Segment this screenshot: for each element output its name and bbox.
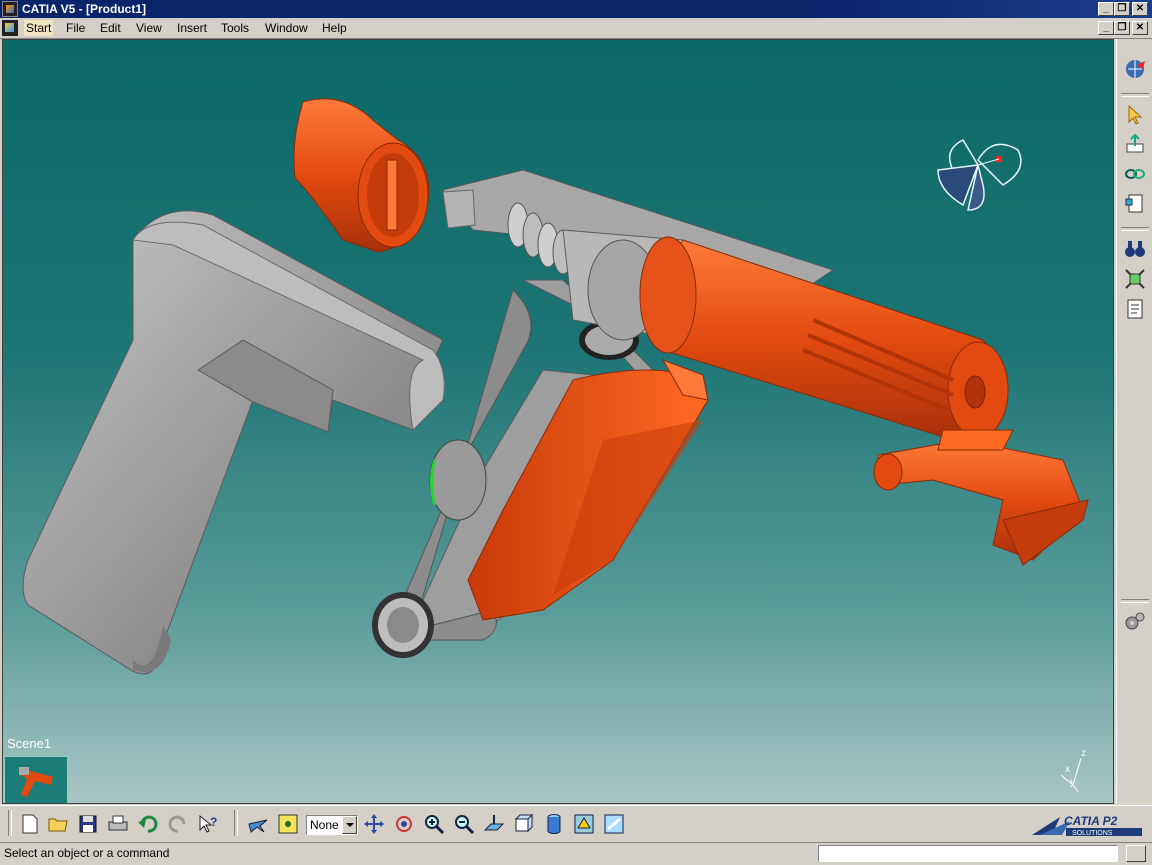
- fit-all-in-icon[interactable]: [276, 812, 300, 836]
- menu-view[interactable]: View: [134, 20, 164, 36]
- axis-z-label: z: [1081, 748, 1086, 759]
- menu-edit[interactable]: Edit: [98, 20, 123, 36]
- shading-cylinder-icon[interactable]: [542, 812, 566, 836]
- status-bar: Select an object or a command: [0, 842, 1152, 865]
- quick-view-icon[interactable]: [512, 812, 536, 836]
- minimize-button[interactable]: _: [1098, 2, 1114, 16]
- orange-knob-cap[interactable]: [293, 98, 430, 253]
- compass-icon[interactable]: [937, 139, 1022, 211]
- catia-p2-logo: CATIA P2 SOLUTIONS: [1032, 814, 1142, 837]
- doc-close-button[interactable]: ✕: [1132, 21, 1148, 35]
- zoom-in-icon[interactable]: [422, 812, 446, 836]
- orange-clip[interactable]: [873, 429, 1089, 566]
- restore-button[interactable]: ❐: [1114, 2, 1130, 16]
- chevron-down-icon[interactable]: [342, 816, 357, 834]
- render-mode-select[interactable]: None: [306, 815, 358, 835]
- whats-this-help-icon[interactable]: ?: [196, 812, 220, 836]
- pan-icon[interactable]: [362, 812, 386, 836]
- normal-view-icon[interactable]: [482, 812, 506, 836]
- scene-thumbnail[interactable]: [4, 756, 68, 803]
- axis-y-label: y: [1070, 777, 1075, 788]
- menu-tools[interactable]: Tools: [219, 20, 251, 36]
- fit-all-icon[interactable]: [1123, 267, 1147, 291]
- close-button[interactable]: ✕: [1132, 2, 1148, 16]
- fly-mode-icon[interactable]: [246, 812, 270, 836]
- chain-links-icon[interactable]: [1123, 162, 1147, 186]
- print-icon[interactable]: [106, 812, 130, 836]
- command-input[interactable]: [818, 845, 1118, 862]
- redo-icon: [168, 815, 186, 833]
- doc-restore-button[interactable]: ❐: [1114, 21, 1130, 35]
- window-title: CATIA V5 - [Product1]: [22, 2, 147, 16]
- menu-file[interactable]: File: [64, 20, 87, 36]
- catia-app-icon[interactable]: [2, 1, 18, 17]
- right-toolbar: [1116, 39, 1152, 804]
- swap-visible-space-icon[interactable]: [602, 812, 626, 836]
- svg-text:?: ?: [210, 815, 217, 829]
- select-arrow-icon[interactable]: [1123, 103, 1147, 127]
- toolbar-separator: [1121, 599, 1149, 603]
- toolbar-separator: [1121, 93, 1149, 97]
- compass-globe-icon[interactable]: [1123, 57, 1147, 81]
- scene-label: Scene1: [7, 736, 52, 751]
- gears-icon[interactable]: [1123, 609, 1147, 633]
- axis-triad-icon: z x y: [1060, 748, 1086, 793]
- toolbar-separator: [234, 810, 238, 836]
- open-folder-icon[interactable]: [46, 812, 70, 836]
- binoculars-icon[interactable]: [1123, 237, 1147, 261]
- document-icon[interactable]: [2, 20, 18, 36]
- toolbar-separator: [1121, 227, 1149, 231]
- 3d-viewport[interactable]: z x y Scene1: [2, 39, 1114, 804]
- title-bar: CATIA V5 - [Product1] _ ❐ ✕: [0, 0, 1152, 18]
- render-mode-value: None: [310, 818, 339, 832]
- save-icon[interactable]: [76, 812, 100, 836]
- axis-x-label: x: [1065, 764, 1070, 775]
- new-document-icon[interactable]: [18, 812, 42, 836]
- rotate-icon[interactable]: [392, 812, 416, 836]
- menu-bar: Start File Edit View Insert Tools Window…: [0, 18, 1152, 39]
- command-button[interactable]: [1126, 845, 1146, 862]
- hide-show-icon[interactable]: [572, 812, 596, 836]
- logo-text: CATIA P2: [1064, 814, 1118, 828]
- bottom-toolbar: ? None CATIA P2 SOLUTIONS: [0, 805, 1152, 842]
- logo-subtext: SOLUTIONS: [1072, 830, 1113, 837]
- menu-help[interactable]: Help: [320, 20, 349, 36]
- menu-start[interactable]: Start: [24, 20, 54, 36]
- export-icon[interactable]: [1123, 132, 1147, 156]
- exploded-assembly-render: z x y: [22, 98, 1089, 793]
- properties-sheet-icon[interactable]: [1123, 297, 1147, 321]
- toolbar-grip: [8, 810, 12, 836]
- status-message: Select an object or a command: [4, 846, 170, 860]
- menu-window[interactable]: Window: [263, 20, 310, 36]
- doc-minimize-button[interactable]: _: [1098, 21, 1114, 35]
- zoom-out-icon[interactable]: [452, 812, 476, 836]
- menu-insert[interactable]: Insert: [175, 20, 209, 36]
- undo-icon[interactable]: [136, 812, 160, 836]
- document-tree-icon[interactable]: [1123, 192, 1147, 216]
